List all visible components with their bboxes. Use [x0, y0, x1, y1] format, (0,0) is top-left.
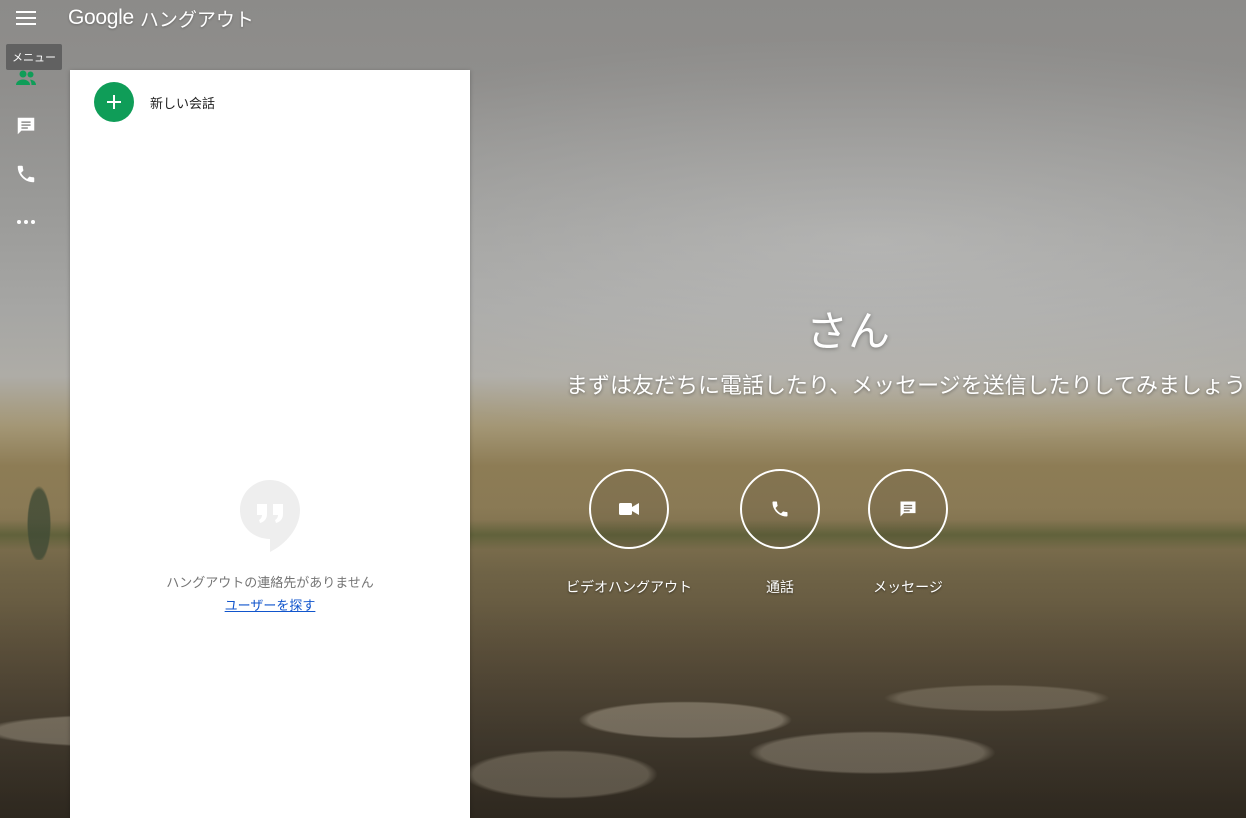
- contacts-panel: 新しい会話 ハングアウトの連絡先がありません ユーザーを探す: [70, 70, 470, 818]
- rail-contacts-button[interactable]: [12, 64, 40, 92]
- greeting-subtitle: まずは友だちに電話したり、メッセージを送信したりしてみましょう: [566, 374, 1246, 399]
- call-ring: [740, 469, 820, 549]
- hangouts-quote-icon: [240, 480, 300, 552]
- logo-google: Google: [68, 6, 134, 29]
- phone-icon: [17, 165, 35, 183]
- hamburger-menu-icon: [16, 11, 36, 25]
- rail-calls-button[interactable]: [12, 160, 40, 188]
- empty-state: ハングアウトの連絡先がありません ユーザーを探す: [70, 480, 470, 614]
- phone-icon: [772, 501, 788, 517]
- more-icon: [17, 220, 35, 224]
- chat-icon: [17, 117, 35, 135]
- message-icon: [900, 501, 916, 517]
- app-logo[interactable]: Google ハングアウト: [68, 4, 254, 32]
- contacts-icon: [16, 70, 36, 85]
- new-conversation-circle: [94, 82, 134, 122]
- logo-product: ハングアウト: [139, 8, 254, 31]
- hangouts-window: Google ハングアウト メニュー 新しい会話 ハングアウトの連絡先がありませ…: [0, 0, 1246, 818]
- video-hangout-label: ビデオハングアウト: [566, 580, 692, 596]
- message-ring: [868, 469, 948, 549]
- new-conversation-button[interactable]: 新しい会話: [94, 82, 215, 122]
- video-camera-icon: [619, 503, 639, 515]
- video-hangout-button[interactable]: ビデオハングアウト: [549, 469, 709, 597]
- message-button[interactable]: メッセージ: [828, 469, 988, 597]
- menu-button[interactable]: [10, 4, 42, 32]
- rail-chats-button[interactable]: [12, 112, 40, 140]
- new-conversation-label: 新しい会話: [150, 96, 216, 112]
- plus-icon: [107, 95, 121, 109]
- greeting-name: さん: [806, 307, 891, 356]
- rail-more-button[interactable]: [12, 208, 40, 236]
- empty-message: ハングアウトの連絡先がありません: [166, 576, 374, 591]
- message-label: メッセージ: [873, 580, 943, 596]
- background-tree: [22, 470, 56, 560]
- find-users-link[interactable]: ユーザーを探す: [225, 595, 316, 614]
- video-hangout-ring: [589, 469, 669, 549]
